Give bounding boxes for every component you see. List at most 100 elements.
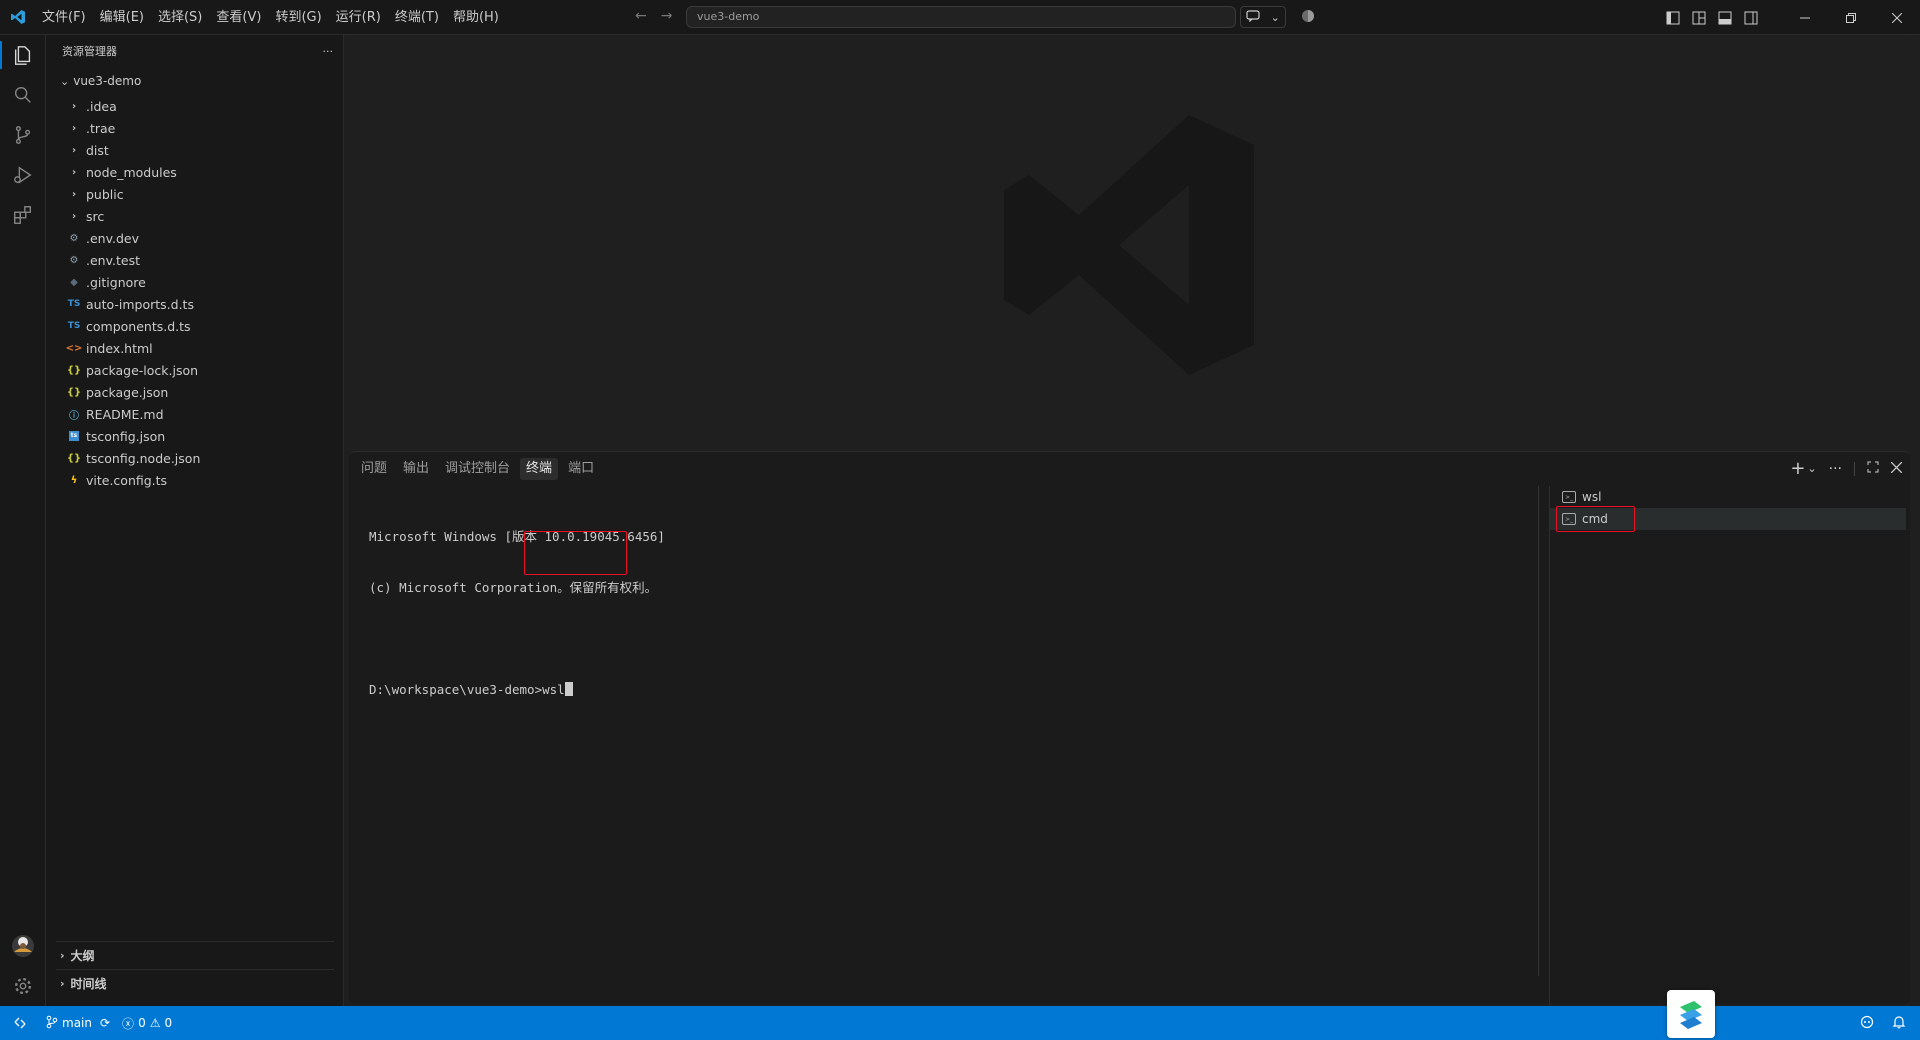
title-bar: 文件(F) 编辑(E) 选择(S) 查看(V) 转到(G) 运行(R) 终端(T… [0,0,1920,35]
tree-file-env-dev[interactable]: ⚙ .env.dev [46,227,343,249]
html-icon: <> [65,342,83,354]
maximize-panel-icon[interactable] [1867,461,1879,477]
tree-file-vite-config[interactable]: ϟ vite.config.ts [46,469,343,491]
close-button[interactable] [1874,0,1920,35]
tree-file-tsconfig[interactable]: ts tsconfig.json [46,425,343,447]
customize-layout-icon[interactable] [1686,0,1712,35]
tree-file-package-lock[interactable]: {} package-lock.json [46,359,343,381]
root-folder-label: vue3-demo [73,74,142,88]
floating-app-logo-icon[interactable] [1667,990,1715,1038]
terminal-list: >_ wsl >_ cmd [1549,486,1910,1005]
tree-file-auto-imports[interactable]: TS auto-imports.d.ts [46,293,343,315]
tree-folder-node-modules[interactable]: › node_modules [46,161,343,183]
terminal-output[interactable]: Microsoft Windows [版本 10.0.19045.6456] (… [369,494,665,732]
menu-run[interactable]: 运行(R) [329,0,388,35]
tree-file-tsconfig-node[interactable]: {} tsconfig.node.json [46,447,343,469]
status-bar: main ⟳ ⓧ 0 ⚠ 0 [0,1006,1920,1040]
vite-icon: ϟ [70,474,78,486]
tab-problems[interactable]: 问题 [355,458,393,480]
tree-file-components[interactable]: TS components.d.ts [46,315,343,337]
ts-icon: TS [67,299,81,309]
more-icon[interactable]: ··· [1829,461,1842,477]
toggle-sidebar-icon[interactable] [1660,0,1686,35]
notifications-bell-icon[interactable] [1892,1015,1906,1032]
agent-toggle[interactable]: ⌄ [1240,6,1286,28]
tree-folder-dist[interactable]: › dist [46,139,343,161]
tab-output[interactable]: 输出 [397,458,435,480]
chevron-right-icon: › [71,122,77,134]
nav-arrows: ← → [635,8,672,24]
menu-terminal[interactable]: 终端(T) [388,0,446,35]
tree-folder-idea[interactable]: › .idea [46,95,343,117]
toggle-panel-icon[interactable] [1712,0,1738,35]
tree-file-gitignore[interactable]: ◆ .gitignore [46,271,343,293]
file-tree: › .idea › .trae › dist › node_modules › publi… [46,95,343,491]
menu-help[interactable]: 帮助(H) [446,0,506,35]
chevron-down-icon[interactable]: ⌄ [1807,462,1816,475]
more-actions-button[interactable]: ··· [323,45,334,58]
git-branch-status[interactable]: main ⟳ [40,1015,116,1032]
problems-status[interactable]: ⓧ 0 ⚠ 0 [116,1015,178,1032]
status-right [1860,1006,1906,1040]
vscode-watermark-icon [1004,115,1254,379]
tab-debug-console[interactable]: 调试控制台 [439,458,516,480]
forward-arrow-icon[interactable]: → [661,8,673,24]
chevron-down-icon: ⌄ [1270,10,1280,24]
tree-folder-trae[interactable]: › .trae [46,117,343,139]
warning-count: 0 [164,1016,173,1030]
menu-bar: 文件(F) 编辑(E) 选择(S) 查看(V) 转到(G) 运行(R) 终端(T… [35,0,506,35]
command-highlight-box [524,531,627,575]
tree-file-env-test[interactable]: ⚙ .env.test [46,249,343,271]
tab-terminal[interactable]: 终端 [520,458,559,480]
restore-button[interactable] [1828,0,1874,35]
json-icon: {} [66,386,82,398]
gear-icon: ⚙ [69,232,79,244]
terminal-prompt: D:\workspace\vue3-demo> [369,682,543,697]
terminal-line: (c) Microsoft Corporation。保留所有权利。 [369,580,658,595]
toggle-secondary-sidebar-icon[interactable] [1738,0,1764,35]
copilot-status-icon[interactable] [1860,1015,1874,1032]
explorer-sidebar: 资源管理器 ··· ⌄ vue3-demo › .idea › .trae › dis… [46,35,344,1006]
tree-file-package-json[interactable]: {} package.json [46,381,343,403]
explorer-icon[interactable] [0,35,46,75]
ts-icon: TS [67,321,81,331]
menu-edit[interactable]: 编辑(E) [93,0,151,35]
branch-name: main [62,1016,92,1030]
minimize-button[interactable] [1782,0,1828,35]
error-count: 0 [138,1016,146,1030]
warning-icon: ⚠ [149,1016,161,1030]
tree-file-readme[interactable]: ⓘ README.md [46,403,343,425]
new-terminal-plus-icon[interactable]: + [1790,458,1805,479]
tree-file-index-html[interactable]: <> index.html [46,337,343,359]
chevron-right-icon: › [71,100,77,112]
accounts-avatar[interactable] [0,926,46,966]
outline-section[interactable]: › 大纲 [56,941,334,969]
command-center-search[interactable]: vue3-demo [686,6,1236,28]
extensions-icon[interactable] [0,195,46,235]
tab-ports[interactable]: 端口 [562,458,600,480]
window-controls [1660,0,1920,35]
menu-selection[interactable]: 选择(S) [151,0,209,35]
menu-go[interactable]: 转到(G) [268,0,328,35]
menu-view[interactable]: 查看(V) [209,0,268,35]
menu-file[interactable]: 文件(F) [35,0,93,35]
chevron-right-icon: › [71,144,77,156]
tree-folder-public[interactable]: › public [46,183,343,205]
explorer-header: 资源管理器 ··· [46,35,343,67]
back-arrow-icon[interactable]: ← [635,8,647,24]
timeline-section[interactable]: › 时间线 [56,969,334,997]
copilot-icon[interactable] [1300,8,1316,28]
chevron-down-icon: ⌄ [60,74,70,88]
close-panel-icon[interactable] [1890,461,1903,477]
terminal-cursor [564,682,573,696]
workspace-root-folder[interactable]: ⌄ vue3-demo [46,70,343,92]
search-icon[interactable] [0,75,46,115]
terminal-item-wsl[interactable]: >_ wsl [1550,486,1910,508]
chat-icon [1246,9,1260,25]
tree-folder-src[interactable]: › src [46,205,343,227]
run-debug-icon[interactable] [0,155,46,195]
settings-gear-icon[interactable] [0,966,46,1006]
source-control-icon[interactable] [0,115,46,155]
remote-indicator-icon[interactable] [0,1006,40,1040]
